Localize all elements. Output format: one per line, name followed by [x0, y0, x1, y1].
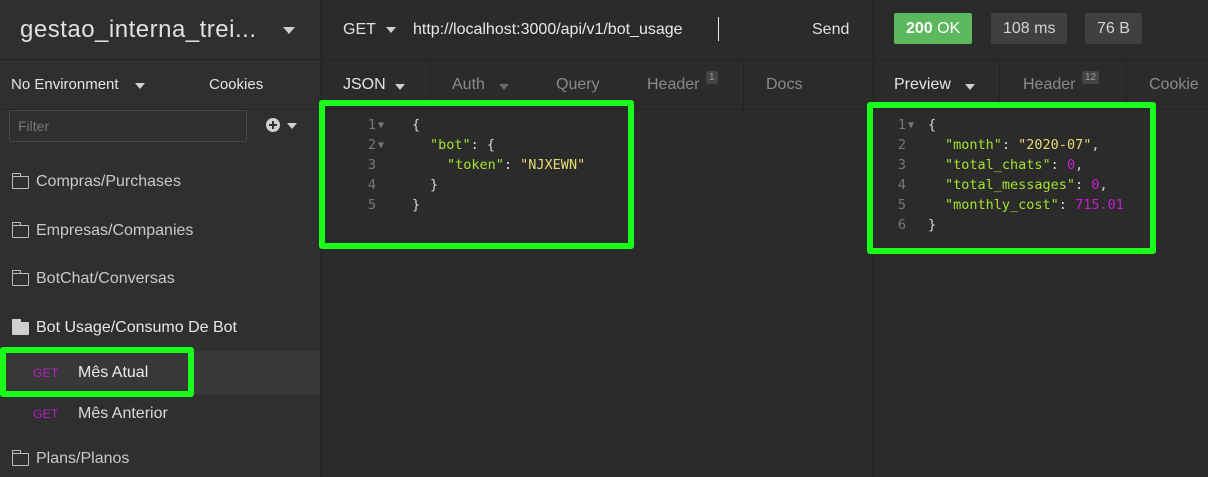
tab-divider: [743, 60, 744, 110]
response-body-viewer[interactable]: 1 ▼ { 2 "month": "2020-07", 3 "total_cha…: [874, 115, 1208, 245]
header-count-badge: 1: [706, 71, 718, 84]
code-line: "total_chats": 0,: [945, 157, 1084, 173]
folder-label: Plans/Planos: [36, 450, 130, 467]
tab-json[interactable]: JSON: [343, 76, 386, 94]
folder-empresas[interactable]: Empresas/Companies: [11, 221, 194, 240]
status-badge: 200 OK: [894, 13, 973, 44]
tab-preview[interactable]: Preview: [894, 76, 951, 94]
line-number: 2: [897, 137, 906, 153]
environment-row: No Environment Cookies: [0, 60, 320, 110]
code-line: }: [412, 197, 421, 213]
method-selector[interactable]: GET: [343, 21, 376, 39]
tab-json-dropdown-icon[interactable]: [395, 84, 405, 90]
tab-header[interactable]: Header: [647, 76, 699, 94]
fold-arrow-icon[interactable]: ▼: [908, 116, 914, 136]
folder-label: Compras/Purchases: [36, 173, 181, 190]
line-number: 4: [897, 177, 906, 193]
url-bar: GET Send: [322, 0, 872, 60]
filter-input[interactable]: [18, 118, 246, 134]
tab-docs[interactable]: Docs: [766, 76, 802, 94]
code-line: }: [430, 177, 439, 193]
folder-icon: [11, 221, 29, 238]
environment-selector[interactable]: No Environment: [11, 76, 119, 93]
add-dropdown-icon[interactable]: [287, 123, 297, 129]
filter-field[interactable]: [9, 110, 247, 142]
request-name: Mês Atual: [78, 364, 149, 381]
tab-divider: [430, 60, 431, 110]
line-number: 3: [897, 157, 906, 173]
tab-divider: [999, 60, 1000, 110]
response-time-badge: 108 ms: [991, 13, 1068, 44]
folder-botchat[interactable]: BotChat/Conversas: [11, 269, 175, 288]
line-number: 6: [897, 217, 906, 233]
request-item-mes-anterior[interactable]: GET Mês Anterior: [0, 392, 320, 436]
folder-compras[interactable]: Compras/Purchases: [11, 172, 181, 191]
tab-cookie[interactable]: Cookie: [1149, 76, 1199, 94]
folder-plans[interactable]: Plans/Planos: [11, 449, 130, 468]
send-button[interactable]: Send: [812, 21, 849, 39]
code-line: "month": "2020-07",: [945, 137, 1100, 153]
line-number: 5: [897, 197, 906, 213]
method-dropdown-icon[interactable]: [386, 27, 396, 33]
workspace-dropdown-icon[interactable]: [283, 27, 295, 34]
workspace-title[interactable]: gestao_interna_trei...: [20, 16, 256, 44]
status-bar: 200 OK 108 ms 76 B: [874, 0, 1208, 60]
environment-dropdown-icon[interactable]: [135, 83, 145, 89]
cookies-button[interactable]: Cookies: [209, 76, 263, 93]
folder-icon: [11, 172, 29, 189]
line-number: 1: [897, 117, 906, 133]
request-method-badge: GET: [33, 366, 59, 380]
tab-auth[interactable]: Auth: [452, 76, 485, 94]
code-line: "bot": {: [430, 137, 496, 153]
response-tabs: Preview Header 12 Cookie: [874, 60, 1208, 110]
fold-arrow-icon[interactable]: ▼: [378, 136, 384, 156]
folder-label: Bot Usage/Consumo De Bot: [36, 319, 237, 336]
code-line: {: [928, 117, 937, 133]
code-line: }: [928, 217, 937, 233]
code-line: "token": "NJXEWN": [447, 157, 586, 173]
request-item-mes-atual[interactable]: GET Mês Atual: [0, 351, 320, 395]
code-line: "monthly_cost": 715.01: [945, 197, 1124, 213]
header-count-badge: 12: [1082, 71, 1100, 84]
sidebar: gestao_interna_trei... No Environment Co…: [0, 0, 320, 477]
line-number: 1: [367, 117, 376, 133]
line-number: 2: [367, 137, 376, 153]
url-input[interactable]: [413, 17, 803, 43]
response-size-badge: 76 B: [1085, 13, 1142, 44]
tab-response-header[interactable]: Header: [1023, 76, 1075, 94]
request-pane: GET Send JSON Auth Query Header 1 Docs 1…: [319, 0, 873, 477]
request-body-editor[interactable]: 1 ▼ { 2 ▼ "bot": { 3 "token": "NJXEWN" 4…: [322, 115, 873, 235]
folder-label: BotChat/Conversas: [36, 270, 175, 287]
request-method-badge: GET: [33, 407, 59, 421]
response-pane: 200 OK 108 ms 76 B Preview Header 12 Coo…: [867, 0, 1208, 477]
code-line: {: [412, 117, 421, 133]
request-name: Mês Anterior: [78, 405, 168, 422]
fold-arrow-icon[interactable]: ▼: [378, 116, 384, 136]
folder-icon: [11, 269, 29, 286]
add-plus-icon[interactable]: [266, 118, 280, 132]
folder-icon: [11, 449, 29, 466]
tab-preview-dropdown-icon[interactable]: [965, 84, 975, 90]
code-line: "total_messages": 0,: [945, 177, 1108, 193]
folder-bot-usage[interactable]: Bot Usage/Consumo De Bot: [11, 318, 237, 337]
line-number: 5: [367, 197, 376, 213]
request-tabs: JSON Auth Query Header 1 Docs: [322, 60, 872, 110]
line-number: 4: [367, 177, 376, 193]
tab-auth-dropdown-icon[interactable]: [499, 84, 509, 90]
tab-divider: [1126, 60, 1127, 110]
tab-query[interactable]: Query: [556, 76, 600, 94]
folder-open-icon: [11, 318, 29, 335]
text-cursor: [718, 17, 719, 41]
folder-label: Empresas/Companies: [36, 222, 194, 239]
line-number: 3: [367, 157, 376, 173]
workspace-header[interactable]: gestao_interna_trei...: [0, 0, 320, 60]
